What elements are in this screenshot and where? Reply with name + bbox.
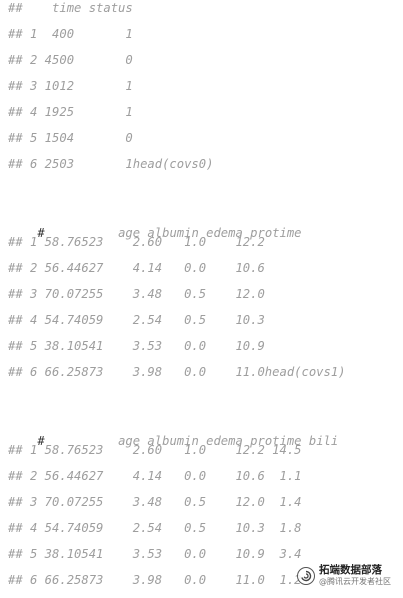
watermark: 拓端数据部落 @腾讯云开发者社区 bbox=[297, 563, 399, 589]
output-line: ## 2 56.44627 4.14 0.0 10.6 1.1 bbox=[8, 469, 302, 483]
output-line: ## 1 58.76523 2.60 1.0 12.2 14.5 bbox=[8, 443, 302, 457]
output-line: ## 3 70.07255 3.48 0.5 12.0 bbox=[8, 287, 265, 301]
output-line: ## 4 54.74059 2.54 0.5 10.3 1.8 bbox=[8, 521, 302, 535]
watermark-sub: @腾讯云开发者社区 bbox=[319, 577, 391, 586]
output-line: ## time status bbox=[8, 1, 133, 15]
output-line: ## 1 400 1 bbox=[8, 27, 133, 41]
output-line: ## 4 1925 1 bbox=[8, 105, 133, 119]
output-line: ## 4 54.74059 2.54 0.5 10.3 bbox=[8, 313, 265, 327]
watermark-main: 拓端数据部落 bbox=[319, 564, 382, 576]
output-line: ## 2 4500 0 bbox=[8, 53, 133, 67]
r-console-output: ## time status ## 1 400 1 ## 2 4500 0 ##… bbox=[8, 0, 403, 598]
output-line: ## 5 38.10541 3.53 0.0 10.9 bbox=[8, 339, 265, 353]
output-line: ## 5 1504 0 bbox=[8, 131, 133, 145]
watermark-text: 拓端数据部落 @腾讯云开发者社区 bbox=[319, 565, 391, 587]
output-line-header: # age albumin edema protime bili bbox=[8, 416, 403, 448]
output-line: ## 6 66.25873 3.98 0.0 11.0head(covs1) bbox=[8, 365, 346, 379]
output-line: ## 1 58.76523 2.60 1.0 12.2 bbox=[8, 235, 265, 249]
output-line: ## 6 2503 1head(covs0) bbox=[8, 157, 214, 171]
output-line-header: # age albumin edema protime bbox=[8, 208, 403, 240]
output-line: ## 2 56.44627 4.14 0.0 10.6 bbox=[8, 261, 265, 275]
swirl-logo-icon bbox=[297, 567, 315, 585]
output-line: ## 3 70.07255 3.48 0.5 12.0 1.4 bbox=[8, 495, 302, 509]
output-line: ## 3 1012 1 bbox=[8, 79, 133, 93]
